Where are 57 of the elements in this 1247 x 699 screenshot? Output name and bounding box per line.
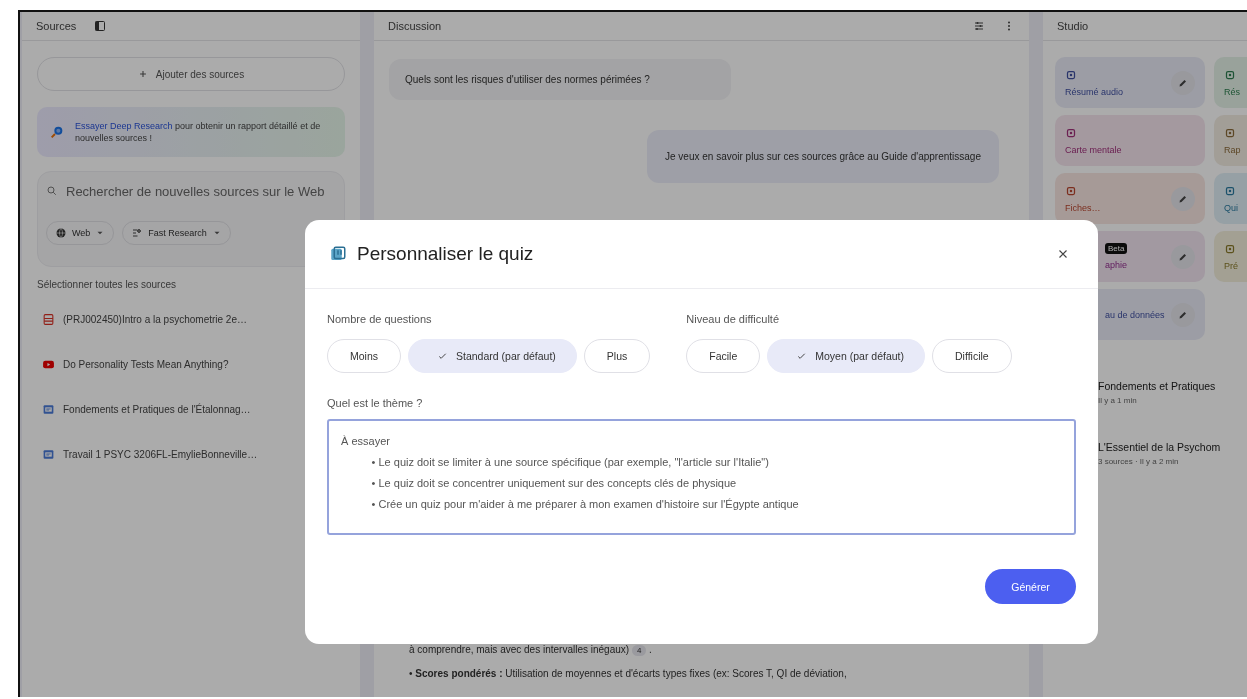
option-chip[interactable]: Standard (par défaut)	[408, 339, 577, 373]
section-label: Nombre de questions	[327, 313, 433, 325]
document-icon	[42, 403, 55, 416]
studio-tile[interactable]: Rap	[1214, 115, 1247, 166]
add-sources-button[interactable]: Ajouter des sources	[37, 57, 345, 91]
select-all-label: Sélectionner toutes les sources	[37, 279, 177, 292]
edit-button[interactable]	[1171, 244, 1195, 269]
banner-text: Essayer Deep Research pour obtenir un rapport détaillé et de nouvelles sources !	[75, 120, 322, 144]
option-chip[interactable]: Moins	[327, 339, 401, 373]
panel-title: Discussion	[388, 20, 443, 32]
plus-icon	[137, 69, 148, 79]
user-message: Je veux en savoir plus sur ces sources grâce au Guide d'apprentissage	[647, 130, 999, 183]
tile-icon	[1224, 68, 1236, 81]
studio-tile[interactable]: Qui	[1214, 173, 1247, 224]
video-icon	[42, 358, 55, 371]
search-icon	[46, 185, 58, 197]
tile-icon	[1065, 184, 1077, 197]
option-chip[interactable]: Facile	[686, 339, 761, 373]
dialog-title: Personnaliser le quiz	[357, 243, 535, 265]
edit-button[interactable]	[1171, 186, 1195, 211]
settings-icon[interactable]	[973, 20, 985, 32]
document-icon	[42, 448, 55, 461]
topic-field[interactable]: À essayer • Le quiz doit se limiter à une source spécifique (par exemple, "l'article sur l'Italie") • Le quiz doit se concentrer uniquement sur des concepts clés de physique • Crée un quiz pour m'aider à me préparer à mon examen d'histoire sur l'Égypte antique	[327, 419, 1076, 535]
deep-research-link[interactable]: Essayer Deep Research	[75, 121, 173, 131]
tile-icon	[1224, 184, 1236, 197]
search-field[interactable]: Rechercher de nouvelles sources sur le Web Web Fast Research	[37, 171, 345, 267]
beta-badge: Beta	[1105, 243, 1128, 254]
tile-icon	[1065, 68, 1077, 81]
studio-tile[interactable]: Résumé audio	[1055, 57, 1205, 108]
citation-chip[interactable]: 4	[631, 645, 647, 656]
option-chip[interactable]: Plus	[583, 339, 651, 373]
pdf-icon	[42, 313, 55, 326]
panel-title: Studio	[1057, 20, 1089, 32]
studio-tile[interactable]: Rés	[1214, 57, 1247, 108]
answer-text: • Scores pondérés : Utilisation de moyennes et d'écarts types fixes (ex: Scores T, QI de déviation,	[409, 668, 848, 679]
panel-title: Sources	[36, 20, 77, 32]
panel-toggle-icon[interactable]	[94, 20, 107, 32]
tile-icon	[1224, 126, 1236, 139]
option-chip[interactable]: Difficile	[932, 339, 1012, 373]
quiz-cards-icon	[329, 245, 347, 263]
research-mode-dropdown[interactable]: Fast Research	[122, 221, 231, 245]
tile-icon	[1224, 242, 1236, 255]
answer-text: à comprendre, mais avec des intervalles inégaux) 4 .	[409, 644, 653, 656]
question-bubble[interactable]: Quels sont les risques d'utiliser des normes périmées ?	[389, 59, 731, 100]
section-label: Niveau de difficulté	[686, 313, 780, 325]
section-label: Quel est le thème ?	[327, 397, 424, 409]
tile-icon	[1065, 126, 1077, 139]
magnifier-icon	[49, 124, 65, 140]
edit-button[interactable]	[1171, 70, 1195, 95]
source-type-dropdown[interactable]: Web	[46, 221, 115, 245]
studio-tile[interactable]: Fiches…	[1055, 173, 1205, 224]
edit-button[interactable]	[1171, 302, 1195, 327]
globe-icon	[55, 227, 67, 239]
option-chip[interactable]: Moyen (par défaut)	[767, 339, 925, 373]
generate-button[interactable]: Générer	[985, 569, 1076, 604]
sparkle-search-icon	[131, 227, 144, 239]
studio-tile[interactable]: Carte mentale	[1055, 115, 1205, 166]
